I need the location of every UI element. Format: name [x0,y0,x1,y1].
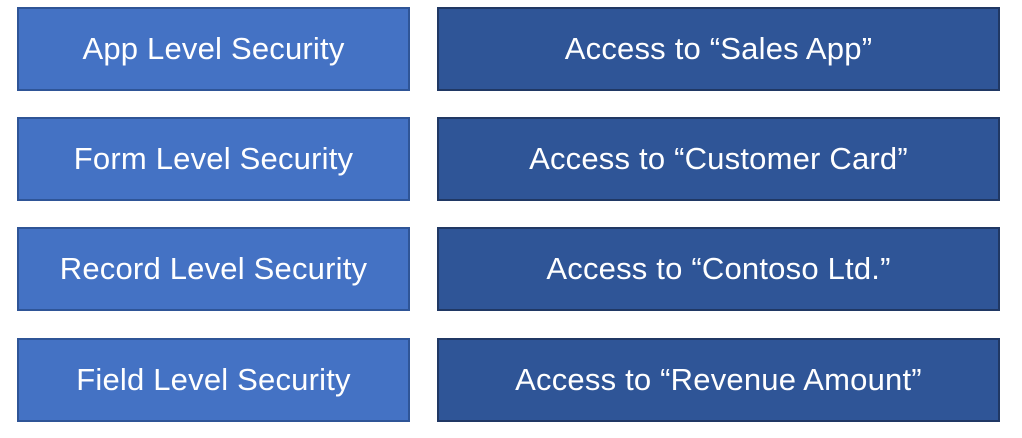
security-row-record: Record Level Security Access to “Contoso… [0,227,1022,313]
customer-card-access-box: Access to “Customer Card” [437,117,1000,201]
record-level-security-box: Record Level Security [17,227,410,311]
field-level-security-box: Field Level Security [17,338,410,422]
security-row-field: Field Level Security Access to “Revenue … [0,338,1022,424]
sales-app-access-box: Access to “Sales App” [437,7,1000,91]
app-level-security-box: App Level Security [17,7,410,91]
security-row-app: App Level Security Access to “Sales App” [0,7,1022,93]
security-row-form: Form Level Security Access to “Customer … [0,117,1022,203]
form-level-security-box: Form Level Security [17,117,410,201]
revenue-amount-access-box: Access to “Revenue Amount” [437,338,1000,422]
contoso-access-box: Access to “Contoso Ltd.” [437,227,1000,311]
